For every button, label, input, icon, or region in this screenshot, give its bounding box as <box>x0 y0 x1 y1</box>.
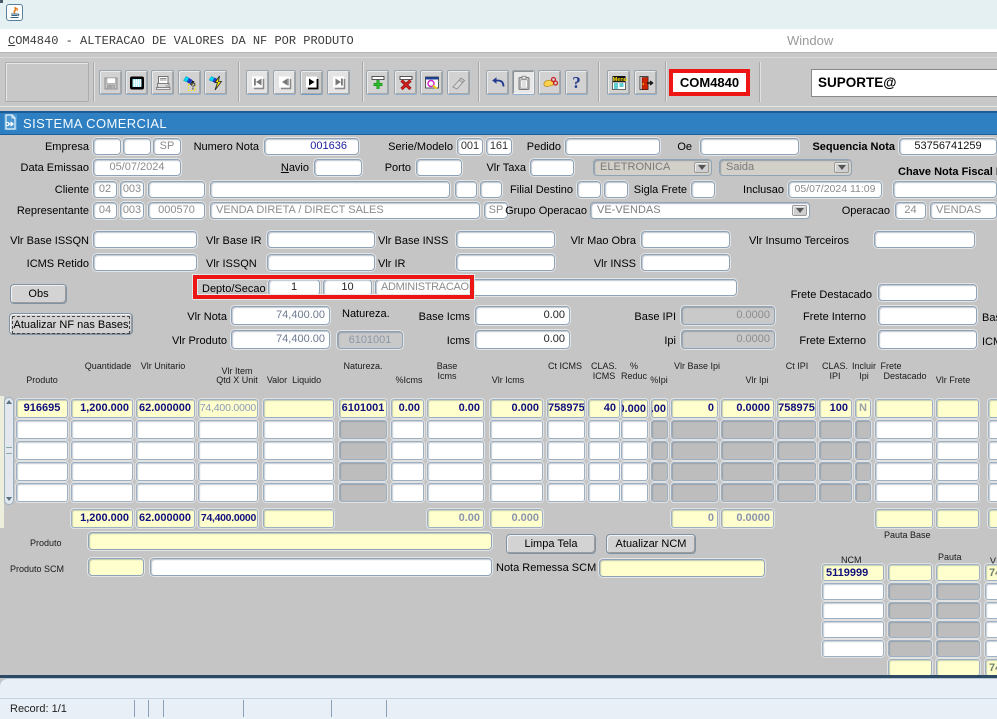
svg-text:?: ? <box>190 81 196 90</box>
